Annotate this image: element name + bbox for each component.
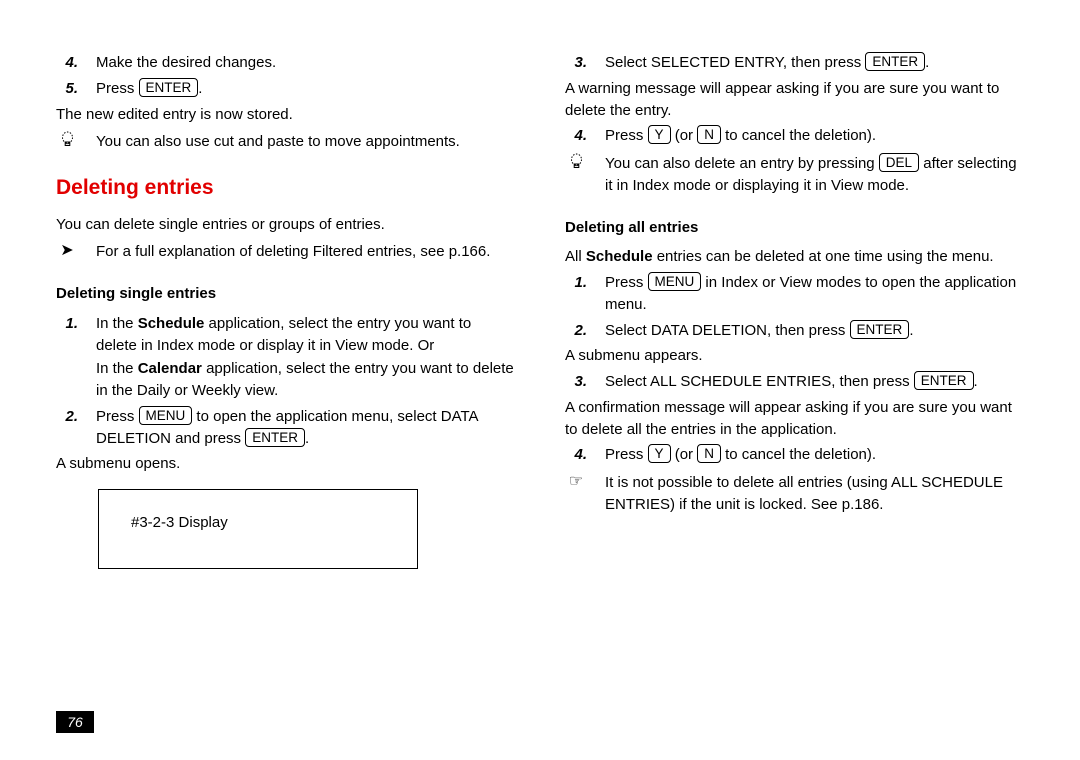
submenu-text: A submenu appears. bbox=[565, 345, 1024, 367]
step-number: 5. bbox=[56, 78, 78, 100]
enter-key-icon: ENTER bbox=[850, 320, 910, 339]
del-key-icon: DEL bbox=[879, 153, 919, 172]
bulb-icon bbox=[565, 153, 587, 197]
intro-text: You can delete single entries or groups … bbox=[56, 214, 515, 236]
single-step-1: 1. In the Schedule application, select t… bbox=[56, 313, 515, 402]
step-text: Select DATA DELETION, then press ENTER. bbox=[605, 320, 1024, 342]
step-text: Select SELECTED ENTRY, then press ENTER. bbox=[605, 52, 1024, 74]
text: In the bbox=[96, 360, 138, 377]
all-step-3: 3. Select ALL SCHEDULE ENTRIES, then pre… bbox=[565, 371, 1024, 393]
enter-key-icon: ENTER bbox=[139, 78, 199, 97]
arrow-icon: ➤ bbox=[56, 241, 78, 263]
text: Select DATA DELETION, then press bbox=[605, 322, 850, 339]
step-5: 5. Press ENTER. bbox=[56, 78, 515, 100]
y-key-icon: Y bbox=[648, 444, 671, 463]
menu-key-icon: MENU bbox=[139, 406, 193, 425]
submenu-text: A submenu opens. bbox=[56, 453, 515, 475]
text: (or bbox=[671, 446, 698, 463]
step-number: 2. bbox=[56, 406, 78, 450]
text: . bbox=[198, 80, 202, 97]
text: Press bbox=[605, 274, 648, 291]
single-step-2: 2. Press MENU to open the application me… bbox=[56, 406, 515, 450]
all-step-4: 4. Press Y (or N to cancel the deletion)… bbox=[565, 444, 1024, 466]
step-number: 4. bbox=[56, 52, 78, 74]
text: You can also delete an entry by pressing bbox=[605, 155, 879, 172]
all-step-1: 1. Press MENU in Index or View modes to … bbox=[565, 272, 1024, 316]
text: entries can be deleted at one time using… bbox=[653, 248, 994, 265]
intro-text: All Schedule entries can be deleted at o… bbox=[565, 246, 1024, 268]
step-text: Make the desired changes. bbox=[96, 52, 515, 74]
step-number: 1. bbox=[565, 272, 587, 316]
manual-page: 4. Make the desired changes. 5. Press EN… bbox=[0, 0, 1080, 599]
tip-text: You can also delete an entry by pressing… bbox=[605, 153, 1024, 197]
step-text: In the Schedule application, select the … bbox=[96, 313, 515, 402]
note-row: ☞ It is not possible to delete all entri… bbox=[565, 472, 1024, 516]
result-text: The new edited entry is now stored. bbox=[56, 104, 515, 126]
single-step-4: 4. Press Y (or N to cancel the deletion)… bbox=[565, 125, 1024, 147]
step-number: 3. bbox=[565, 52, 587, 74]
tip-row: You can also delete an entry by pressing… bbox=[565, 153, 1024, 197]
text: In the bbox=[96, 315, 138, 332]
left-column: 4. Make the desired changes. 5. Press EN… bbox=[56, 52, 515, 569]
text: . bbox=[925, 54, 929, 71]
step-text: Press MENU to open the application menu,… bbox=[96, 406, 515, 450]
subheading: Deleting all entries bbox=[565, 217, 1024, 239]
step-number: 3. bbox=[565, 371, 587, 393]
page-number: 76 bbox=[56, 711, 94, 733]
text: Select SELECTED ENTRY, then press bbox=[605, 54, 865, 71]
text: . bbox=[909, 322, 913, 339]
step-text: Press MENU in Index or View modes to ope… bbox=[605, 272, 1024, 316]
text: Press bbox=[96, 408, 139, 425]
tip-row: You can also use cut and paste to move a… bbox=[56, 131, 515, 155]
step-number: 4. bbox=[565, 125, 587, 147]
app-name: Calendar bbox=[138, 360, 202, 377]
text: . bbox=[305, 430, 309, 447]
step-text: Press Y (or N to cancel the deletion). bbox=[605, 444, 1024, 466]
text: All bbox=[565, 248, 586, 265]
subheading: Deleting single entries bbox=[56, 283, 515, 305]
enter-key-icon: ENTER bbox=[914, 371, 974, 390]
all-step-2: 2. Select DATA DELETION, then press ENTE… bbox=[565, 320, 1024, 342]
hand-icon: ☞ bbox=[565, 472, 587, 516]
menu-key-icon: MENU bbox=[648, 272, 702, 291]
y-key-icon: Y bbox=[648, 125, 671, 144]
step-4: 4. Make the desired changes. bbox=[56, 52, 515, 74]
step-number: 4. bbox=[565, 444, 587, 466]
app-name: Schedule bbox=[138, 315, 205, 332]
display-box: #3-2-3 Display bbox=[98, 489, 418, 569]
enter-key-icon: ENTER bbox=[245, 428, 305, 447]
enter-key-icon: ENTER bbox=[865, 52, 925, 71]
warning-text: A warning message will appear asking if … bbox=[565, 78, 1024, 122]
text: (or bbox=[671, 127, 698, 144]
text: . bbox=[974, 373, 978, 390]
xref-text: For a full explanation of deleting Filte… bbox=[96, 241, 515, 263]
text: Press bbox=[605, 446, 648, 463]
note-text: It is not possible to delete all entries… bbox=[605, 472, 1024, 516]
step-text: Press ENTER. bbox=[96, 78, 515, 100]
confirm-text: A confirmation message will appear askin… bbox=[565, 397, 1024, 441]
text: Press bbox=[96, 80, 139, 97]
bulb-icon bbox=[56, 131, 78, 155]
step-text: Press Y (or N to cancel the deletion). bbox=[605, 125, 1024, 147]
text: Press bbox=[605, 127, 648, 144]
xref-row: ➤ For a full explanation of deleting Fil… bbox=[56, 241, 515, 263]
n-key-icon: N bbox=[697, 125, 721, 144]
text: to cancel the deletion). bbox=[721, 127, 876, 144]
n-key-icon: N bbox=[697, 444, 721, 463]
section-heading: Deleting entries bbox=[56, 173, 515, 203]
step-number: 1. bbox=[56, 313, 78, 402]
right-column: 3. Select SELECTED ENTRY, then press ENT… bbox=[565, 52, 1024, 569]
text: to cancel the deletion). bbox=[721, 446, 876, 463]
text: Select ALL SCHEDULE ENTRIES, then press bbox=[605, 373, 914, 390]
app-name: Schedule bbox=[586, 248, 653, 265]
display-label: #3-2-3 Display bbox=[131, 514, 228, 531]
step-number: 2. bbox=[565, 320, 587, 342]
tip-text: You can also use cut and paste to move a… bbox=[96, 131, 515, 155]
step-text: Select ALL SCHEDULE ENTRIES, then press … bbox=[605, 371, 1024, 393]
single-step-3: 3. Select SELECTED ENTRY, then press ENT… bbox=[565, 52, 1024, 74]
